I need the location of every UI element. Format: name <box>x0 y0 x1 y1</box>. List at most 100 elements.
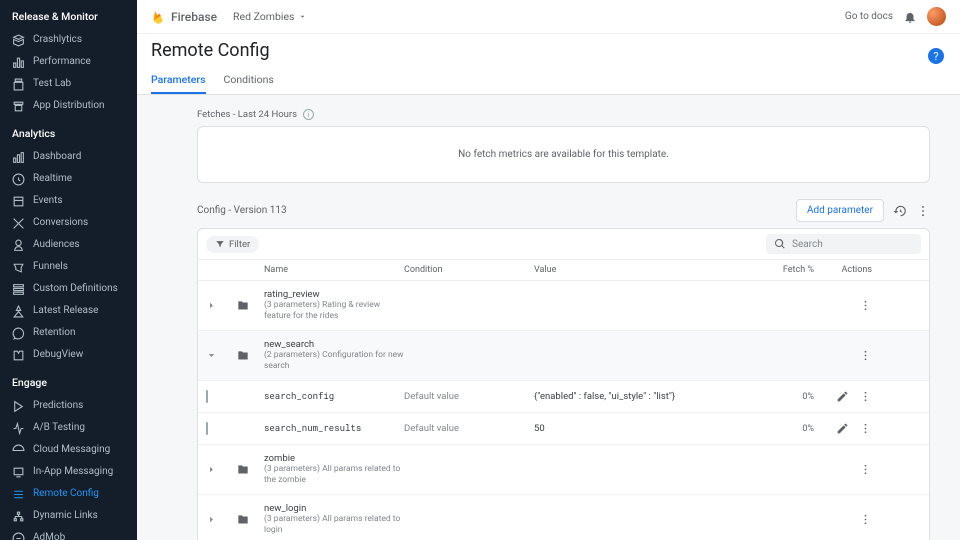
topbar: Firebase Red Zombies Go to docs <box>137 0 960 34</box>
sidebar-item-audiences[interactable]: Audiences <box>0 234 137 256</box>
tab-parameters[interactable]: Parameters <box>151 67 206 94</box>
table-param-row: search_num_resultsDefault value500% <box>198 413 929 445</box>
table-group-row[interactable]: rating_review(3 parameters) Rating & rev… <box>198 281 929 331</box>
sidebar-section-title: Analytics <box>0 117 137 146</box>
sidebar-item-performance[interactable]: Performance <box>0 51 137 73</box>
row-overflow-icon[interactable] <box>859 390 872 403</box>
sidebar-item-label: Cloud Messaging <box>33 443 110 457</box>
info-icon[interactable]: i <box>303 109 314 120</box>
crashlytics-icon <box>12 34 25 47</box>
param-fetch: 0% <box>754 392 814 402</box>
sidebar-item-retention[interactable]: Retention <box>0 322 137 344</box>
search-icon <box>774 238 786 250</box>
conversions-icon <box>12 217 25 230</box>
sidebar-item-realtime[interactable]: Realtime <box>0 168 137 190</box>
sidebar-item-predictions[interactable]: Predictions <box>0 395 137 417</box>
sidebar-item-dashboard[interactable]: Dashboard <box>0 146 137 168</box>
search-input[interactable]: Search <box>766 234 921 254</box>
table-group-row[interactable]: new_search(2 parameters) Configuration f… <box>198 331 929 381</box>
sidebar-item-remote-config[interactable]: Remote Config <box>0 483 137 505</box>
fetch-label: Fetches - Last 24 Hours <box>197 109 297 120</box>
fetch-label-row: Fetches - Last 24 Hours i <box>197 109 930 120</box>
empty-msg: No fetch metrics are available for this … <box>458 149 669 160</box>
sidebar-item-label: AdMob <box>33 531 65 540</box>
sidebar-item-custom-definitions[interactable]: Custom Definitions <box>0 278 137 300</box>
funnels-icon <box>12 261 25 274</box>
chevron-down-icon <box>298 12 307 21</box>
group-name-cell: new_search(2 parameters) Configuration f… <box>264 339 404 372</box>
history-icon[interactable] <box>892 203 907 218</box>
admob-icon <box>12 532 25 540</box>
page-title: Remote Config <box>151 38 946 67</box>
tab-conditions[interactable]: Conditions <box>224 67 274 94</box>
edit-icon[interactable] <box>836 390 849 403</box>
sidebar-item-label: Events <box>33 194 63 208</box>
page-header: Remote Config Parameters Conditions <box>137 34 960 95</box>
config-table: Filter Search Name Condition Value Fetch… <box>197 228 930 540</box>
edit-icon[interactable] <box>836 422 849 435</box>
docs-link[interactable]: Go to docs <box>845 11 893 22</box>
row-overflow-icon[interactable] <box>859 422 872 435</box>
sidebar-item-label: A/B Testing <box>33 421 85 435</box>
folder-icon <box>236 349 264 363</box>
table-toolbar: Filter Search <box>198 229 929 260</box>
row-overflow-icon[interactable] <box>859 349 872 362</box>
row-overflow-icon[interactable] <box>859 299 872 312</box>
group-name-cell: zombie(3 parameters) All params related … <box>264 453 404 486</box>
chevron-right-icon[interactable] <box>206 464 236 475</box>
sidebar-section-title: Release & Monitor <box>0 0 137 29</box>
param-name: search_num_results <box>264 423 404 434</box>
col-fetch: Fetch % <box>754 265 814 275</box>
dynamic-links-icon <box>12 510 25 523</box>
avatar[interactable] <box>927 7 946 26</box>
chevron-down-icon[interactable] <box>206 350 236 361</box>
sidebar-item-label: Audiences <box>33 238 80 252</box>
debugview-icon <box>12 349 25 362</box>
param-value: 50 <box>534 423 754 434</box>
table-group-row[interactable]: zombie(3 parameters) All params related … <box>198 445 929 495</box>
app-distribution-icon <box>12 100 25 113</box>
project-picker[interactable]: Red Zombies <box>233 10 307 23</box>
audiences-icon <box>12 239 25 252</box>
sidebar-item-dynamic-links[interactable]: Dynamic Links <box>0 505 137 527</box>
help-icon[interactable]: ? <box>928 48 944 64</box>
sidebar-item-in-app-messaging[interactable]: In-App Messaging <box>0 461 137 483</box>
sidebar-item-admob[interactable]: AdMob <box>0 527 137 540</box>
sidebar-item-conversions[interactable]: Conversions <box>0 212 137 234</box>
predictions-icon <box>12 400 25 413</box>
realtime-icon <box>12 173 25 186</box>
folder-icon <box>236 299 264 313</box>
firebase-logo[interactable]: Firebase <box>151 10 217 24</box>
table-group-row[interactable]: new_login(3 parameters) All params relat… <box>198 495 929 540</box>
overflow-menu-icon[interactable] <box>915 203 930 218</box>
chevron-right-icon[interactable] <box>206 514 236 525</box>
sidebar-item-events[interactable]: Events <box>0 190 137 212</box>
col-actions: Actions <box>814 265 872 275</box>
filter-label: Filter <box>229 239 250 250</box>
param-fetch: 0% <box>754 424 814 434</box>
sidebar-item-funnels[interactable]: Funnels <box>0 256 137 278</box>
sidebar-item-label: Dashboard <box>33 150 81 164</box>
sidebar-item-a-b-testing[interactable]: A/B Testing <box>0 417 137 439</box>
row-checkbox[interactable] <box>206 422 208 435</box>
sidebar-item-app-distribution[interactable]: App Distribution <box>0 95 137 117</box>
sidebar-item-test-lab[interactable]: Test Lab <box>0 73 137 95</box>
sidebar-item-label: Dynamic Links <box>33 509 98 523</box>
dashboard-icon <box>12 151 25 164</box>
sidebar-item-label: Retention <box>33 326 76 340</box>
sidebar-item-label: Crashlytics <box>33 33 82 47</box>
chevron-right-icon[interactable] <box>206 300 236 311</box>
add-parameter-button[interactable]: Add parameter <box>796 199 884 222</box>
sidebar-item-cloud-messaging[interactable]: Cloud Messaging <box>0 439 137 461</box>
bell-icon[interactable] <box>903 10 917 24</box>
sidebar-item-debugview[interactable]: DebugView <box>0 344 137 366</box>
sidebar-item-latest-release[interactable]: Latest Release <box>0 300 137 322</box>
row-overflow-icon[interactable] <box>859 513 872 526</box>
row-overflow-icon[interactable] <box>859 463 872 476</box>
param-condition: Default value <box>404 423 534 434</box>
filter-chip[interactable]: Filter <box>206 236 259 253</box>
col-value: Value <box>534 265 754 275</box>
sidebar-item-crashlytics[interactable]: Crashlytics <box>0 29 137 51</box>
folder-icon <box>236 513 264 527</box>
row-checkbox[interactable] <box>206 390 208 403</box>
